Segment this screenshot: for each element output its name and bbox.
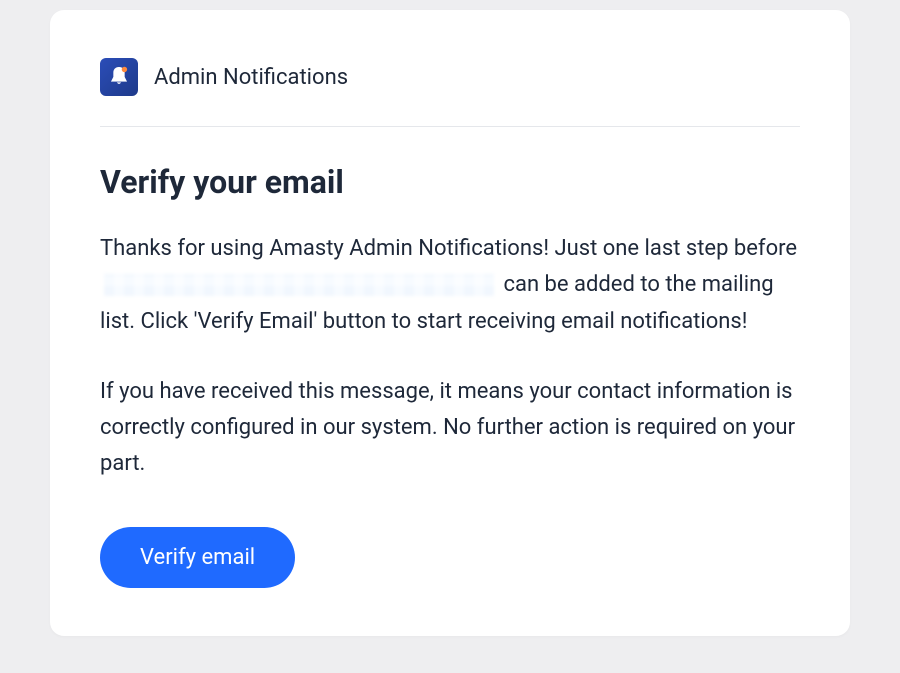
page-title: Verify your email [100,163,800,201]
paragraph-1-before: Thanks for using Amasty Admin Notificati… [100,236,797,261]
redacted-email [104,274,494,296]
paragraph-1: Thanks for using Amasty Admin Notificati… [100,231,800,340]
header-title: Admin Notifications [154,65,348,90]
email-content: Verify your email Thanks for using Amast… [100,127,800,588]
email-card: Admin Notifications Verify your email Th… [50,10,850,636]
paragraph-2: If you have received this message, it me… [100,374,800,483]
bell-notification-icon [100,58,138,96]
verify-email-button[interactable]: Verify email [100,527,295,588]
email-header: Admin Notifications [100,58,800,127]
